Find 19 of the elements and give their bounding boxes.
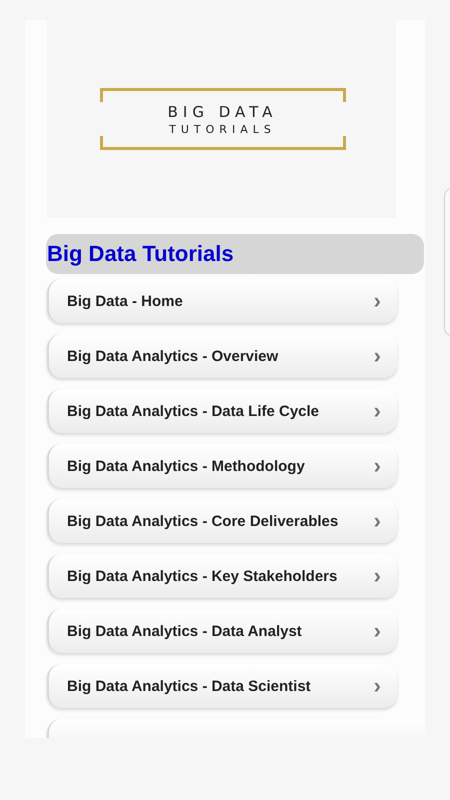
chevron-icon: › [374, 290, 381, 312]
logo-subtext: TUTORIALS [169, 122, 276, 136]
chevron-icon: › [374, 400, 381, 422]
tutorial-list-item[interactable]: Big Data Analytics - Core Deliverables › [47, 499, 397, 543]
tutorial-list-item[interactable]: Big Data - Home › [47, 279, 397, 323]
chevron-icon: › [374, 455, 381, 477]
section-title: Big Data Tutorials [46, 241, 234, 267]
tutorial-list-item[interactable]: Big Data Analytics - Key Stakeholders › [47, 554, 397, 598]
tutorial-list-item[interactable]: Big Data Analytics - Overview › [47, 334, 397, 378]
logo-text: BIG DATA [168, 102, 278, 120]
tutorial-list-item[interactable]: Big Data Analytics - Data Life Cycle › [47, 389, 397, 433]
chevron-icon: › [374, 675, 381, 697]
chevron-icon: › [374, 620, 381, 642]
chevron-icon: › [374, 345, 381, 367]
tutorial-list-item[interactable]: Big Data Analytics - Data Scientist › [47, 664, 397, 708]
tutorial-list-item[interactable]: Big Data Analytics - Data Analyst › [47, 609, 397, 653]
chevron-icon: › [374, 510, 381, 532]
tutorial-list-item[interactable]: Big Data Analytics - Methodology › [47, 444, 397, 488]
chevron-icon: › [374, 565, 381, 587]
